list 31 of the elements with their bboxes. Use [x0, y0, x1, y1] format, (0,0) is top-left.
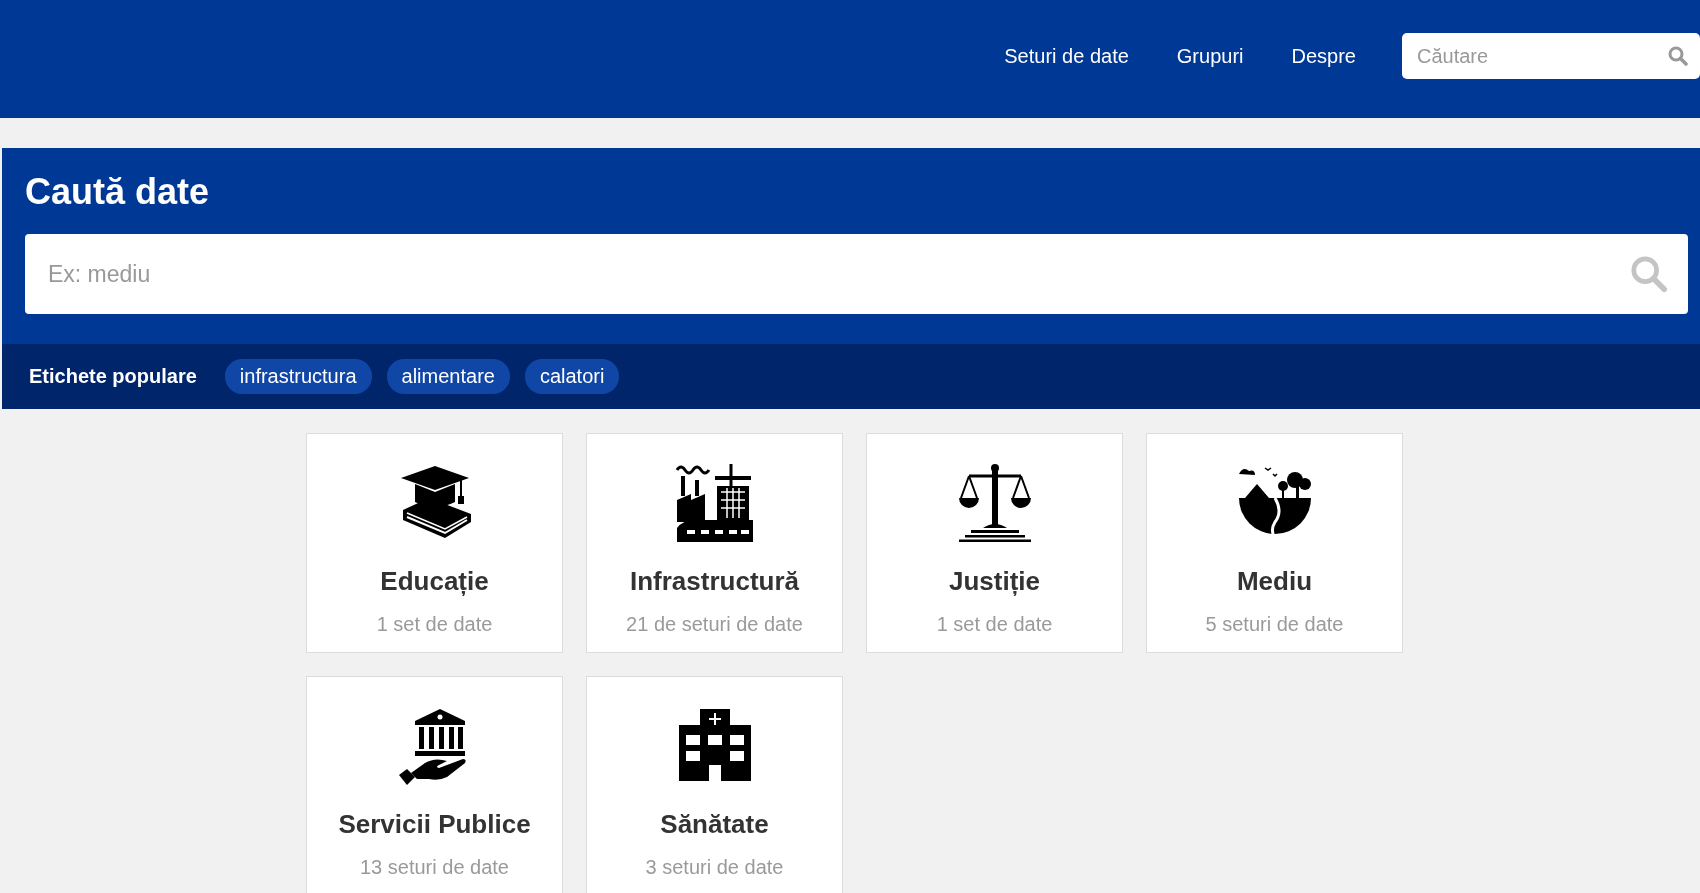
dataset-count: 1 set de date	[936, 613, 1053, 636]
search-field[interactable]: Căutare	[1402, 33, 1700, 79]
category-title: Servicii Publice	[338, 809, 531, 840]
dataset-count: 1 set de date	[376, 613, 493, 636]
search-icon[interactable]	[1668, 46, 1688, 66]
dataset-count: 13 seturi de date	[360, 856, 509, 879]
category-title: Educație	[380, 566, 489, 597]
dataset-count: 21 de seturi de date	[626, 613, 803, 636]
category-title: Infrastructură	[629, 566, 799, 597]
factory-and-train-icon	[674, 462, 755, 542]
tag-pill[interactable]: infrastructura	[224, 359, 372, 394]
tag-pill[interactable]: alimentare	[386, 359, 510, 394]
nav-link[interactable]: Grupuri	[1176, 44, 1244, 68]
tags-label: Etichete populare	[29, 365, 197, 388]
dataset-count: 3 seturi de date	[645, 856, 784, 879]
search-field[interactable]: Ex: mediu	[25, 234, 1688, 314]
category-title: Mediu	[1236, 566, 1313, 597]
dataset-count: 5 seturi de date	[1205, 613, 1344, 636]
category-card[interactable]: Mediu 5 seturi de date	[1146, 433, 1403, 653]
category-card[interactable]: Justiție 1 set de date	[866, 433, 1123, 653]
category-card[interactable]: Sănătate 3 seturi de date	[586, 676, 843, 893]
nav-link[interactable]: Despre	[1291, 44, 1356, 68]
category-title: Sănătate	[660, 809, 769, 840]
category-card[interactable]: Servicii Publice 13 seturi de date	[306, 676, 563, 893]
search-icon[interactable]	[1630, 255, 1668, 293]
nav-link[interactable]: Seturi de date	[1004, 44, 1129, 68]
page-title: Caută date	[25, 172, 211, 212]
tag-pill[interactable]: calatori	[524, 359, 620, 394]
category-title: Justiție	[949, 566, 1040, 597]
category-card[interactable]: Infrastructură 21 de seturi de date	[586, 433, 843, 653]
category-card[interactable]: Educație 1 set de date	[306, 433, 563, 653]
